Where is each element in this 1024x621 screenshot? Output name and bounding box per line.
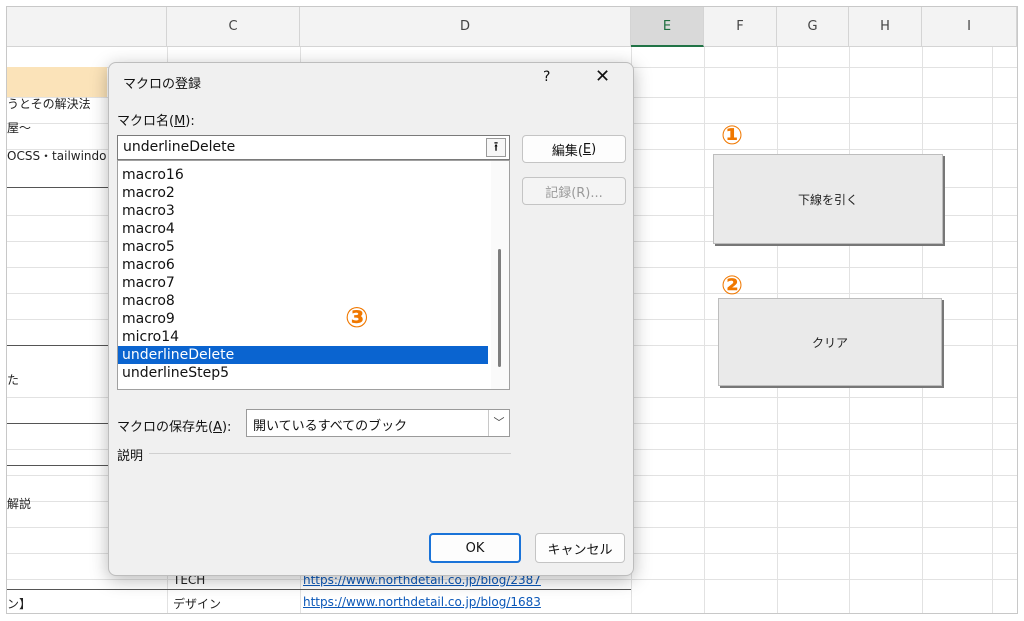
edit-label: 編集( [551, 143, 583, 159]
edit-accesskey: E [582, 141, 592, 157]
macro-name-label: マクロ名(M): [117, 110, 195, 129]
list-item[interactable]: micro14 [118, 328, 488, 346]
list-item[interactable]: macro3 [118, 202, 488, 220]
column-i-label: I [967, 19, 971, 34]
marker-1: ① [721, 121, 744, 151]
edit-button[interactable]: 編集(E) [522, 135, 626, 163]
ok-button[interactable]: OK [429, 533, 521, 563]
edit-label-suffix: ) [591, 141, 597, 157]
macro-name-label-text: マクロ名( [117, 114, 175, 129]
column-g-label: G [807, 19, 818, 34]
scrollbar-thumb[interactable] [498, 249, 501, 367]
cell-a-text[interactable]: 屋～ [7, 119, 31, 136]
list-item[interactable]: underlineStep5 [118, 364, 488, 382]
chevron-down-icon[interactable]: ﹀ [488, 410, 509, 436]
column-header-g[interactable]: G [777, 7, 849, 47]
list-item[interactable]: macro5 [118, 238, 488, 256]
gridline [992, 47, 993, 613]
macros-in-label-suffix: ): [221, 420, 232, 435]
macros-in-select[interactable]: 開いているすべてのブック ﹀ [246, 409, 510, 437]
column-h-label: H [880, 19, 890, 34]
close-icon[interactable]: ✕ [595, 66, 610, 87]
column-header-c[interactable]: C [167, 7, 300, 47]
cell-a-text[interactable]: うとその解決法 [7, 95, 91, 112]
cell-c-category[interactable]: デザイン [173, 595, 221, 612]
cell-a-text[interactable]: OCSS・tailwindo [7, 147, 107, 164]
collapse-dialog-icon[interactable]: ⭱ [486, 138, 506, 157]
marker-2: ② [721, 271, 744, 301]
macros-in-value: 開いているすべてのブック [253, 419, 408, 434]
column-header-d[interactable]: D [300, 7, 631, 47]
macro-name-label-suffix: ): [185, 114, 195, 129]
cancel-button[interactable]: キャンセル [535, 533, 625, 563]
column-e-label: E [662, 18, 672, 34]
underline-button-label: 下線を引く [797, 192, 858, 207]
column-header-b[interactable] [7, 7, 167, 47]
help-icon[interactable]: ? [543, 69, 550, 85]
cell-d-link[interactable]: https://www.northdetail.co.jp/blog/1683 [303, 595, 541, 609]
macros-in-label: マクロの保存先(A): [117, 416, 231, 435]
column-header-i[interactable]: I [922, 7, 1017, 47]
column-d-label: D [459, 19, 470, 34]
list-item-selected[interactable]: underlineDelete [118, 346, 488, 364]
list-item[interactable]: macro7 [118, 274, 488, 292]
macro-name-value: underlineDelete [123, 139, 236, 155]
list-item[interactable]: macro8 [118, 292, 488, 310]
macro-name-accesskey: M [174, 114, 186, 129]
border-line [7, 589, 631, 590]
list-scrollbar[interactable] [491, 161, 509, 389]
clear-button[interactable]: クリア [718, 298, 942, 386]
gridline [704, 47, 705, 613]
list-item[interactable]: macro4 [118, 220, 488, 238]
list-item[interactable]: macro9 [118, 310, 488, 328]
column-header-f[interactable]: F [704, 7, 777, 47]
cell-a-text[interactable]: ン】 [7, 595, 31, 612]
macros-in-label-text: マクロの保存先( [117, 420, 214, 435]
list-item[interactable]: macro16 [118, 166, 488, 184]
column-c-label: C [228, 19, 238, 34]
column-header-h[interactable]: H [849, 7, 922, 47]
column-header-e[interactable]: E [631, 7, 704, 47]
cell-a-text[interactable]: 解説 [7, 495, 31, 512]
macro-list[interactable]: macro16 macro2 macro3 macro4 macro5 macr… [117, 160, 510, 390]
clear-button-label: クリア [811, 335, 848, 350]
dialog-title: マクロの登録 [123, 77, 202, 92]
highlighted-header-cell [7, 67, 107, 97]
description-divider [149, 453, 511, 454]
assign-macro-dialog: マクロの登録 ? ✕ マクロ名(M): underlineDelete ⭱ ma… [108, 62, 634, 576]
record-button[interactable]: 記録(R)... [522, 177, 626, 205]
marker-3: ③ [345, 301, 369, 334]
underline-button[interactable]: 下線を引く [713, 154, 943, 244]
description-label: 説明 [117, 449, 144, 464]
list-item[interactable]: macro6 [118, 256, 488, 274]
macros-in-accesskey: A [213, 420, 222, 435]
list-item[interactable]: macro2 [118, 184, 488, 202]
macro-name-input[interactable]: underlineDelete ⭱ [117, 135, 510, 160]
column-f-label: F [736, 19, 744, 34]
cell-a-text[interactable]: た [7, 371, 19, 388]
